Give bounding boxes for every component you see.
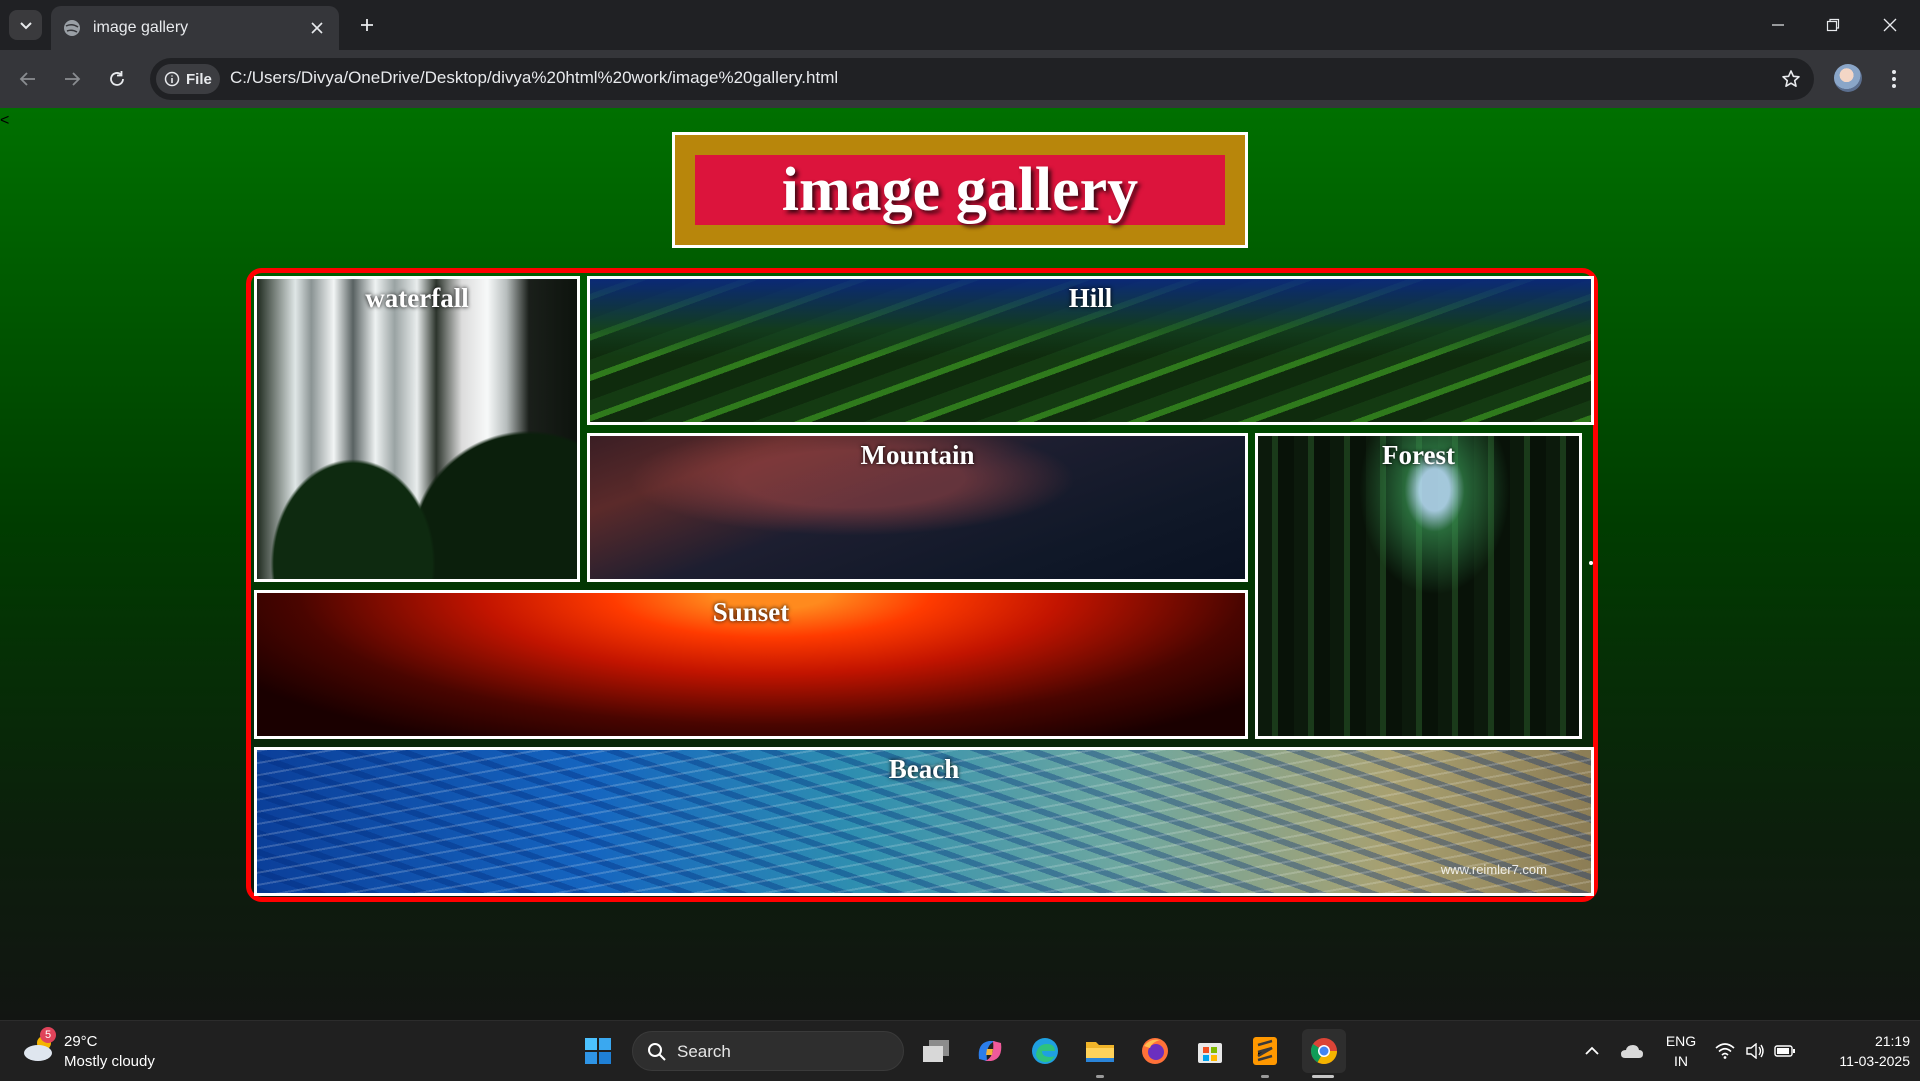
search-icon — [648, 1043, 666, 1061]
page-heading: image gallery — [781, 155, 1139, 224]
tab-search-button[interactable] — [9, 10, 42, 40]
start-button[interactable] — [580, 1033, 616, 1069]
taskbar-search[interactable]: Search — [632, 1031, 904, 1071]
windows-start-icon — [585, 1038, 611, 1064]
restore-icon — [1826, 18, 1840, 32]
taskbar: 5 29°C Mostly cloudy Search ENG IN 21:19… — [0, 1020, 1920, 1081]
input-language[interactable]: ENG — [1664, 1033, 1698, 1049]
chevron-up-icon — [1585, 1046, 1599, 1055]
copilot-button[interactable] — [972, 1033, 1008, 1069]
edge-icon — [1032, 1038, 1058, 1064]
minimize-icon — [1772, 24, 1784, 26]
forward-icon — [65, 72, 81, 86]
input-region[interactable]: IN — [1664, 1053, 1698, 1069]
chrome-icon — [1310, 1038, 1338, 1065]
gallery-label: Hill — [1068, 283, 1113, 313]
volume-icon — [1746, 1043, 1764, 1059]
tab-search-icon — [19, 22, 32, 30]
stray-character: < — [0, 112, 10, 129]
weather-condition: Mostly cloudy — [64, 1053, 155, 1070]
battery-button[interactable] — [1770, 1033, 1800, 1069]
back-icon — [19, 72, 35, 86]
show-hidden-icons-button[interactable] — [1574, 1033, 1610, 1069]
address-bar[interactable]: File C:/Users/Divya/OneDrive/Desktop/div… — [150, 58, 1814, 100]
tab-title: image gallery — [93, 19, 189, 36]
heading-bar: image gallery — [695, 155, 1225, 225]
gallery-item-waterfall[interactable]: waterfall — [254, 276, 580, 582]
gallery-item-beach[interactable]: Beach www.reimler7.com — [254, 747, 1594, 896]
close-icon — [1883, 18, 1897, 32]
store-icon — [1198, 1043, 1222, 1063]
tab-strip: image gallery — [0, 0, 1920, 50]
firefox-icon — [1142, 1038, 1168, 1064]
restore-button[interactable] — [1815, 10, 1851, 40]
image-watermark: www.reimler7.com — [1440, 862, 1547, 877]
sublime-icon — [1253, 1037, 1277, 1065]
kebab-menu-icon — [1892, 70, 1896, 88]
weather-badge: 5 — [40, 1027, 56, 1043]
url-text[interactable]: C:/Users/Divya/OneDrive/Desktop/divya%20… — [230, 68, 838, 88]
sublime-text-button[interactable] — [1247, 1033, 1283, 1069]
gallery-item-mountain[interactable]: Mountain — [587, 433, 1248, 582]
browser-toolbar: File C:/Users/Divya/OneDrive/Desktop/div… — [0, 50, 1920, 108]
task-view-icon — [923, 1040, 949, 1062]
profile-avatar[interactable] — [1834, 64, 1862, 92]
star-icon — [1782, 70, 1800, 87]
network-button[interactable] — [1710, 1033, 1740, 1069]
clock-time[interactable]: 21:19 — [1810, 1033, 1910, 1049]
reload-icon — [110, 71, 124, 86]
close-tab-button[interactable] — [307, 18, 327, 38]
back-button[interactable] — [12, 63, 44, 95]
chrome-button[interactable] — [1302, 1029, 1346, 1073]
tab-image-gallery[interactable]: image gallery — [51, 6, 339, 50]
store-button[interactable] — [1192, 1033, 1228, 1069]
battery-icon — [1774, 1045, 1795, 1057]
gallery-label: Beach — [888, 754, 960, 784]
gallery-item-forest[interactable]: Forest — [1255, 433, 1582, 739]
volume-button[interactable] — [1740, 1033, 1770, 1069]
taskbar-search-placeholder: Search — [677, 1042, 731, 1061]
copilot-icon — [978, 1041, 1002, 1061]
weather-temperature: 29°C — [64, 1033, 98, 1050]
heading-frame: image gallery — [672, 132, 1248, 248]
running-indicator — [1096, 1075, 1104, 1078]
gallery-label: Sunset — [712, 597, 790, 627]
gallery-label: waterfall — [365, 283, 469, 313]
onedrive-icon — [1621, 1045, 1643, 1058]
close-window-button[interactable] — [1872, 10, 1908, 40]
gallery-label: Mountain — [860, 440, 975, 470]
gallery-label: Forest — [1382, 440, 1455, 470]
page-viewport: < image gallery waterfall Hill Mountain … — [0, 108, 1920, 1020]
new-tab-button[interactable] — [354, 12, 380, 38]
info-icon — [164, 71, 180, 87]
forward-button[interactable] — [56, 63, 88, 95]
wifi-icon — [1715, 1043, 1735, 1059]
stray-dot — [1589, 561, 1593, 565]
edge-button[interactable] — [1027, 1033, 1063, 1069]
browser-menu-button[interactable] — [1880, 64, 1908, 94]
file-explorer-icon — [1086, 1042, 1114, 1062]
minimize-button[interactable] — [1760, 10, 1796, 40]
onedrive-button[interactable] — [1614, 1033, 1650, 1069]
site-info-chip[interactable]: File — [156, 64, 220, 94]
plus-icon — [361, 19, 373, 31]
close-icon — [311, 22, 323, 34]
file-explorer-button[interactable] — [1082, 1033, 1118, 1069]
running-indicator — [1261, 1075, 1269, 1078]
reload-button[interactable] — [101, 63, 133, 95]
site-info-label: File — [186, 70, 212, 88]
globe-icon — [64, 20, 80, 36]
gallery-grid: waterfall Hill Mountain Forest Sunset Be… — [246, 268, 1598, 902]
task-view-button[interactable] — [918, 1033, 954, 1069]
gallery-item-hill[interactable]: Hill — [587, 276, 1594, 425]
firefox-button[interactable] — [1137, 1033, 1173, 1069]
active-indicator — [1312, 1075, 1334, 1078]
clock-date[interactable]: 11-03-2025 — [1810, 1053, 1910, 1069]
gallery-item-sunset[interactable]: Sunset — [254, 590, 1248, 739]
bookmark-button[interactable] — [1778, 66, 1804, 92]
